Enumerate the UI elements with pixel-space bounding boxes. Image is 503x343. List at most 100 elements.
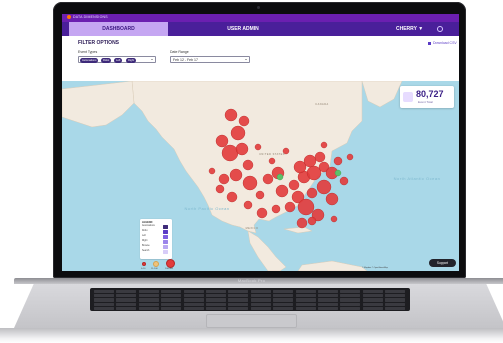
- keyboard-key: [273, 306, 294, 310]
- map-cluster-marker[interactable]: [229, 168, 243, 182]
- keyboard-key: [362, 294, 383, 298]
- laptop-mockup: DATA DIMENSIONS DASHBOARD USER ADMIN CHE…: [0, 0, 503, 343]
- map-cluster-marker[interactable]: [303, 154, 317, 168]
- map-cluster-marker[interactable]: [297, 198, 315, 216]
- keyboard-key: [206, 306, 226, 310]
- keyboard-key: [385, 302, 406, 306]
- map-cluster-marker[interactable]: [255, 190, 265, 200]
- legend-swatch: [163, 250, 168, 254]
- size-label: 11-100: [151, 268, 158, 270]
- map-cluster-marker[interactable]: [334, 169, 342, 177]
- map-cluster-marker[interactable]: [325, 192, 339, 206]
- event-map[interactable]: North Pacific Ocean North Atlantic Ocean…: [62, 81, 459, 271]
- map-cluster-marker[interactable]: [242, 159, 254, 171]
- map-cluster-marker[interactable]: [254, 143, 262, 151]
- map-cluster-marker[interactable]: [316, 179, 332, 195]
- tab-dashboard[interactable]: DASHBOARD: [69, 22, 168, 36]
- size-dot-large: [166, 259, 175, 268]
- map-cluster-marker[interactable]: [268, 157, 276, 165]
- map-cluster-marker[interactable]: [256, 207, 268, 219]
- keyboard-key: [385, 298, 406, 302]
- map-attribution[interactable]: © Mapbox © OpenStreetMap: [362, 267, 388, 269]
- keyboard-key: [362, 302, 383, 306]
- legend-item-label: Search: [142, 250, 150, 252]
- map-cluster-marker[interactable]: [307, 216, 317, 226]
- map-cluster-marker[interactable]: [314, 151, 326, 163]
- keyboard-key: [161, 306, 182, 310]
- keyboard-key: [318, 298, 338, 302]
- keyboard-key: [273, 290, 294, 294]
- keyboard-key: [295, 302, 316, 306]
- brand-logo[interactable]: DATA DIMENSIONS: [67, 15, 108, 20]
- map-cluster-marker[interactable]: [306, 165, 322, 181]
- keyboard-key: [250, 302, 271, 306]
- event-chip[interactable]: Automations: [80, 58, 99, 63]
- map-cluster-marker[interactable]: [208, 167, 216, 175]
- keyboard-key: [94, 302, 114, 306]
- map-cluster-marker[interactable]: [333, 156, 343, 166]
- size-dot-small: [142, 262, 146, 266]
- event-type-select[interactable]: Automations Robo Left Right: [78, 56, 156, 63]
- map-cluster-marker[interactable]: [296, 217, 308, 229]
- support-button[interactable]: Support: [429, 259, 456, 267]
- map-cluster-marker[interactable]: [271, 204, 281, 214]
- land-central-america: [247, 230, 287, 271]
- map-cluster-marker[interactable]: [238, 115, 250, 127]
- map-cluster-marker[interactable]: [215, 184, 225, 194]
- keyboard-key: [273, 294, 294, 298]
- legend-item-label: Robo: [142, 230, 148, 232]
- map-cluster-marker[interactable]: [346, 153, 354, 161]
- map-cluster-marker[interactable]: [262, 173, 274, 185]
- map-cluster-marker[interactable]: [226, 191, 238, 203]
- tab-user-admin[interactable]: USER ADMIN: [202, 22, 284, 36]
- keyboard-key: [340, 294, 361, 298]
- keyboard-key: [250, 298, 271, 302]
- legend-swatch: [163, 240, 168, 244]
- keyboard-key: [183, 298, 204, 302]
- keyboard-key: [295, 306, 316, 310]
- date-range-select[interactable]: Feb 12 - Feb 17: [170, 56, 250, 63]
- keyboard-key: [161, 298, 182, 302]
- gear-icon[interactable]: [437, 26, 443, 32]
- map-cluster-marker[interactable]: [306, 187, 318, 199]
- keyboard-key: [340, 298, 361, 302]
- keyboard-key: [94, 298, 114, 302]
- map-cluster-marker[interactable]: [288, 179, 300, 191]
- keyboard-key: [94, 294, 114, 298]
- keyboard-key: [161, 302, 182, 306]
- map-cluster-marker[interactable]: [330, 215, 338, 223]
- keyboard-key: [340, 306, 361, 310]
- trackpad: [206, 314, 297, 328]
- map-cluster-marker[interactable]: [276, 173, 284, 181]
- country-label-mexico: MEXICO: [245, 227, 259, 230]
- event-chip[interactable]: Right: [126, 58, 137, 63]
- keyboard-key: [228, 290, 249, 294]
- keyboard-key: [116, 298, 137, 302]
- legend-title: LEGEND: [142, 220, 153, 224]
- map-cluster-marker[interactable]: [275, 184, 289, 198]
- map-cluster-marker[interactable]: [284, 201, 296, 213]
- download-csv-button[interactable]: Download CSV: [428, 41, 457, 45]
- map-cluster-marker[interactable]: [230, 125, 246, 141]
- keyboard-key: [116, 290, 137, 294]
- map-cluster-marker[interactable]: [242, 175, 258, 191]
- event-chip[interactable]: Left: [114, 58, 123, 63]
- keyboard-key: [362, 306, 383, 310]
- map-cluster-marker[interactable]: [320, 141, 328, 149]
- main-nav: DASHBOARD USER ADMIN CHERRY ▼: [62, 22, 459, 36]
- keyboard-key: [295, 290, 316, 294]
- keyboard-key: [228, 306, 249, 310]
- map-cluster-marker[interactable]: [224, 108, 238, 122]
- keyboard-key: [228, 302, 249, 306]
- user-menu[interactable]: CHERRY ▼: [396, 22, 423, 36]
- keyboard-key: [116, 306, 137, 310]
- event-chip[interactable]: Robo: [101, 58, 112, 63]
- map-cluster-marker[interactable]: [215, 134, 229, 148]
- legend-item-label: Right: [142, 240, 148, 242]
- keyboard-key: [94, 306, 114, 310]
- map-cluster-marker[interactable]: [221, 144, 239, 162]
- keyboard-key: [116, 294, 137, 298]
- map-cluster-marker[interactable]: [339, 176, 349, 186]
- map-cluster-marker[interactable]: [218, 173, 230, 185]
- map-cluster-marker[interactable]: [243, 200, 253, 210]
